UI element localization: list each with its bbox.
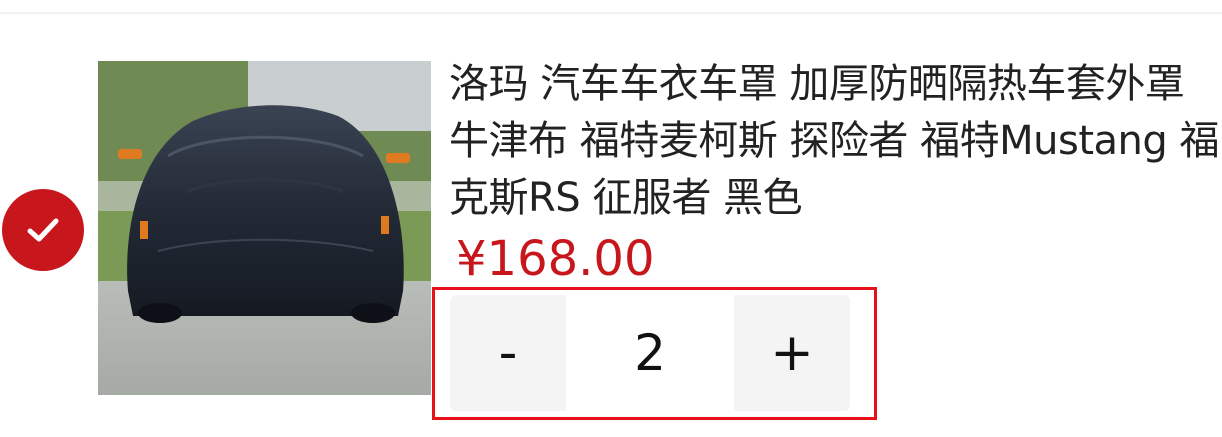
- product-title[interactable]: 洛玛 汽车车衣车罩 加厚防晒隔热车套外罩牛津布 福特麦柯斯 探险者 福特Must…: [449, 56, 1220, 227]
- select-checkbox[interactable]: [2, 189, 84, 271]
- car-cover-image: [98, 61, 431, 395]
- quantity-stepper: - +: [450, 295, 850, 411]
- product-image[interactable]: [98, 61, 431, 395]
- decrement-button[interactable]: -: [450, 295, 566, 411]
- cart-item: 洛玛 汽车车衣车罩 加厚防晒隔热车套外罩牛津布 福特麦柯斯 探险者 福特Must…: [0, 0, 1222, 437]
- product-price: ¥168.00: [456, 231, 655, 287]
- checkmark-icon: [27, 218, 59, 242]
- quantity-input[interactable]: [566, 295, 734, 411]
- increment-button[interactable]: +: [734, 295, 850, 411]
